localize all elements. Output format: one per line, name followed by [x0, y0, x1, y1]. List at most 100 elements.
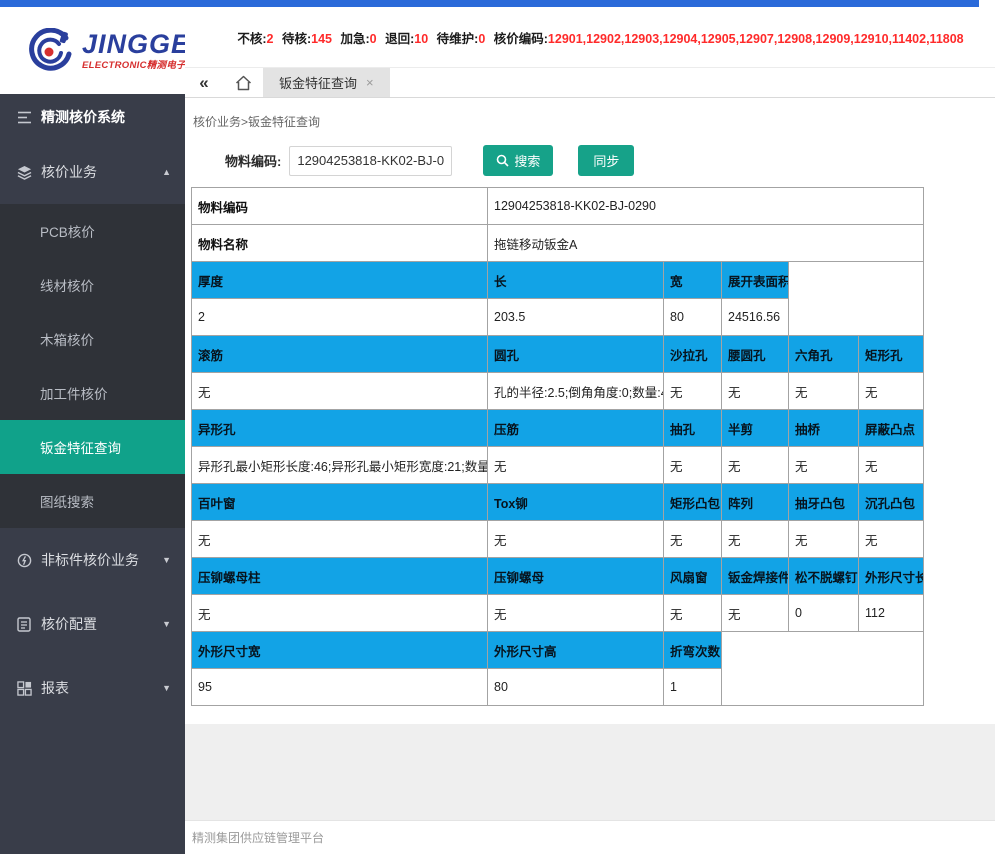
sidebar: 精测核价系统 核价业务 ▲ PCB核价 线材核价 木箱核价 加工件核价 钣金特征…	[0, 94, 185, 854]
table-value-cell: 95	[192, 669, 488, 706]
table-header-cell: 抽桥	[789, 410, 859, 447]
table-header-cell: 抽孔	[664, 410, 722, 447]
tab-sheetmetal-feature-query[interactable]: 钣金特征查询 ×	[263, 68, 390, 97]
table-value-cell: 80	[488, 669, 664, 706]
table-header-cell: 百叶窗	[192, 484, 488, 521]
chevron-down-icon: ▼	[162, 555, 171, 565]
table-label-cell: 物料名称	[192, 225, 488, 262]
sidebar-item-pcb-pricing[interactable]: PCB核价	[0, 204, 185, 258]
table-value-cell: 无	[664, 447, 722, 484]
table-header-cell: 抽牙凸包	[789, 484, 859, 521]
table-value-cell: 无	[192, 595, 488, 632]
table-header-cell: 滚筋	[192, 336, 488, 373]
table-row: 压铆螺母柱压铆螺母风扇窗钣金焊接件松不脱螺钉外形尺寸长	[192, 558, 924, 595]
chevron-up-icon: ▲	[162, 167, 171, 177]
table-value-cell: 无	[722, 373, 789, 410]
table-row: 滚筋圆孔沙拉孔腰圆孔六角孔矩形孔	[192, 336, 924, 373]
status-line: 不核:2 待核:145 加急:0 退回:10 待维护:0 核价编码:12901,…	[237, 28, 968, 47]
table-blank-cell	[722, 632, 924, 706]
sync-button[interactable]: 同步	[578, 145, 634, 176]
table-header-cell: 松不脱螺钉	[789, 558, 859, 595]
sidebar-title-label: 精测核价系统	[41, 107, 125, 127]
table-header-cell: 外形尺寸宽	[192, 632, 488, 669]
top-accent-strip	[0, 0, 979, 7]
sidebar-item-reports[interactable]: 报表 ▼	[0, 656, 185, 720]
chevron-down-icon: ▼	[162, 619, 171, 629]
table-header-cell: 沙拉孔	[664, 336, 722, 373]
sidebar-group-label: 核价配置	[41, 614, 153, 634]
table-value-cell: 1	[664, 669, 722, 706]
left-column: JINGGE ELECTRONIC精测电子 精测核价系统 核价业务 ▲	[0, 7, 185, 854]
table-value-cell: 24516.56	[722, 299, 789, 336]
table-value-cell: 无	[664, 595, 722, 632]
table-header-cell: 宽	[664, 262, 722, 299]
sidebar-item-pricing-business[interactable]: 核价业务 ▲	[0, 140, 185, 204]
sidebar-group-label: 非标件核价业务	[41, 550, 153, 570]
chevron-down-icon: ▼	[162, 683, 171, 693]
status-pair: 待维护:0	[437, 32, 486, 46]
feature-table: 物料编码12904253818-KK02-BJ-0290物料名称拖链移动钣金A厚…	[191, 187, 924, 706]
sidebar-submenu: PCB核价 线材核价 木箱核价 加工件核价 钣金特征查询 图纸搜索	[0, 204, 185, 528]
table-header-cell: 圆孔	[488, 336, 664, 373]
table-row: 物料名称拖链移动钣金A	[192, 225, 924, 262]
circle-bolt-icon	[16, 553, 32, 568]
table-row: 无无无无0112	[192, 595, 924, 632]
table-header-cell: 风扇窗	[664, 558, 722, 595]
table-value-cell: 无	[789, 373, 859, 410]
sidebar-item-woodbox-pricing[interactable]: 木箱核价	[0, 312, 185, 366]
table-value-cell: 112	[859, 595, 924, 632]
table-header-cell: 折弯次数	[664, 632, 722, 669]
close-icon[interactable]: ×	[366, 75, 374, 90]
table-value-cell: 无	[722, 595, 789, 632]
table-row: 百叶窗Tox铆矩形凸包阵列抽牙凸包沉孔凸包	[192, 484, 924, 521]
table-row: 无孔的半径:2.5;倒角角度:0;数量:4无无无无	[192, 373, 924, 410]
table-value-cell: 无	[789, 447, 859, 484]
table-header-cell: 阵列	[722, 484, 789, 521]
table-label-cell: 物料编码	[192, 188, 488, 225]
home-icon[interactable]	[223, 68, 263, 97]
table-header-cell: 屏蔽凸点	[859, 410, 924, 447]
breadcrumb: 核价业务>钣金特征查询	[193, 113, 995, 130]
table-value-cell: 无	[488, 521, 664, 558]
sidebar-item-machined-parts-pricing[interactable]: 加工件核价	[0, 366, 185, 420]
table-value-cell: 无	[192, 373, 488, 410]
table-value-cell: 无	[664, 373, 722, 410]
sidebar-item-nonstandard-pricing[interactable]: 非标件核价业务 ▼	[0, 528, 185, 592]
material-code-label: 物料编码:	[225, 151, 281, 170]
table-value-cell: 0	[789, 595, 859, 632]
logo: JINGGE ELECTRONIC精测电子	[0, 7, 185, 94]
sidebar-item-drawing-search[interactable]: 图纸搜索	[0, 474, 185, 528]
material-code-input[interactable]	[289, 146, 452, 176]
table-value-cell: 孔的半径:2.5;倒角角度:0;数量:4	[488, 373, 664, 410]
table-header-cell: 压筋	[488, 410, 664, 447]
sidebar-group-label: 核价业务	[41, 162, 153, 182]
footer: 精测集团供应链管理平台	[185, 820, 995, 854]
sidebar-system-title[interactable]: 精测核价系统	[0, 94, 185, 140]
document-icon	[16, 617, 32, 632]
sidebar-item-sheetmetal-feature-query[interactable]: 钣金特征查询	[0, 420, 185, 474]
collapse-sidebar-button[interactable]: «	[185, 68, 223, 97]
table-header-cell: 展开表面积	[722, 262, 789, 299]
status-pair: 核价编码:12901,12902,12903,12904,12905,12907…	[494, 32, 964, 46]
table-value-cell: 无	[859, 447, 924, 484]
search-bar: 物料编码: 搜索 同步	[191, 145, 995, 176]
grid-icon	[16, 681, 32, 696]
main-column: 不核:2 待核:145 加急:0 退回:10 待维护:0 核价编码:12901,…	[185, 7, 995, 854]
sidebar-group-label: 报表	[41, 678, 153, 698]
table-value-cell: 拖链移动钣金A	[488, 225, 924, 262]
table-row: 无无无无无无	[192, 521, 924, 558]
sidebar-item-pricing-config[interactable]: 核价配置 ▼	[0, 592, 185, 656]
logo-brand-text: JINGGE	[82, 31, 190, 58]
table-value-cell: 无	[488, 595, 664, 632]
table-value-cell: 无	[664, 521, 722, 558]
logo-subtitle-text: ELECTRONIC精测电子	[82, 61, 190, 71]
search-button[interactable]: 搜索	[483, 145, 553, 176]
app-frame: JINGGE ELECTRONIC精测电子 精测核价系统 核价业务 ▲	[0, 7, 995, 854]
table-header-cell: 压铆螺母	[488, 558, 664, 595]
layers-icon	[16, 165, 32, 180]
table-header-cell: 钣金焊接件	[722, 558, 789, 595]
table-value-cell: 无	[722, 521, 789, 558]
table-value-cell: 80	[664, 299, 722, 336]
logo-text: JINGGE ELECTRONIC精测电子	[82, 31, 190, 71]
sidebar-item-wire-pricing[interactable]: 线材核价	[0, 258, 185, 312]
